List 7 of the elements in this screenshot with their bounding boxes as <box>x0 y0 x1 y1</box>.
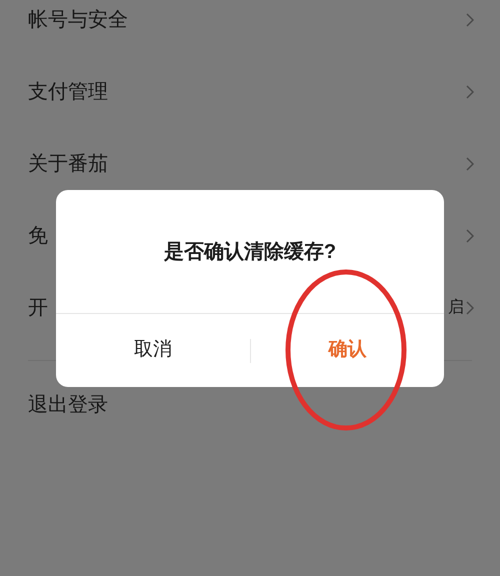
dialog-title: 是否确认清除缓存? <box>164 240 336 264</box>
settings-label: 支付管理 <box>28 80 108 105</box>
settings-label: 开 <box>28 296 48 321</box>
settings-label: 帐号与安全 <box>28 8 128 33</box>
settings-label: 关于番茄 <box>28 152 108 177</box>
settings-value: 启 <box>448 298 464 318</box>
settings-label: 免 <box>28 224 48 249</box>
